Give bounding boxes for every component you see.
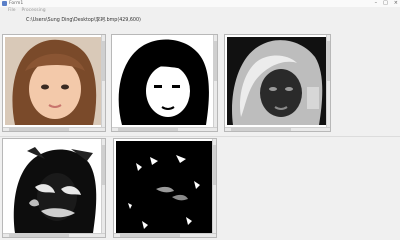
title-bar: Form1 – □ × [0,0,400,7]
edge-portrait-image [5,141,101,233]
image-panel-dark [113,138,217,238]
maximize-button[interactable]: □ [383,1,388,6]
image-panel-original [2,34,106,132]
section-divider [0,136,400,137]
menu-bar: File Processing [0,7,400,14]
vertical-scrollbar[interactable] [326,35,330,131]
menu-processing[interactable]: Processing [22,8,46,13]
horizontal-scrollbar[interactable] [225,127,330,131]
file-path-label: C:\Users\Sung Ding\Desktop\李珂.bmp(429,60… [26,18,141,23]
window-controls: – □ × [375,1,398,6]
image-panel-edge [2,138,106,238]
gray-portrait-image [227,37,326,125]
binary-portrait-image [114,37,213,125]
vertical-scrollbar[interactable] [101,139,105,237]
horizontal-scrollbar[interactable] [3,233,105,237]
close-button[interactable]: × [394,1,398,6]
image-panel-binary [111,34,218,132]
app-icon [2,1,7,6]
horizontal-scrollbar[interactable] [3,127,105,131]
original-portrait-image [5,37,101,125]
horizontal-scrollbar[interactable] [112,127,217,131]
minimize-button[interactable]: – [375,1,378,6]
vertical-scrollbar[interactable] [212,139,216,237]
vertical-scrollbar[interactable] [213,35,217,131]
horizontal-scrollbar[interactable] [114,233,216,237]
dark-portrait-image [116,141,212,233]
window-title: Form1 [9,1,24,6]
vertical-scrollbar[interactable] [101,35,105,131]
menu-file[interactable]: File [8,8,16,13]
image-panel-gray [224,34,331,132]
